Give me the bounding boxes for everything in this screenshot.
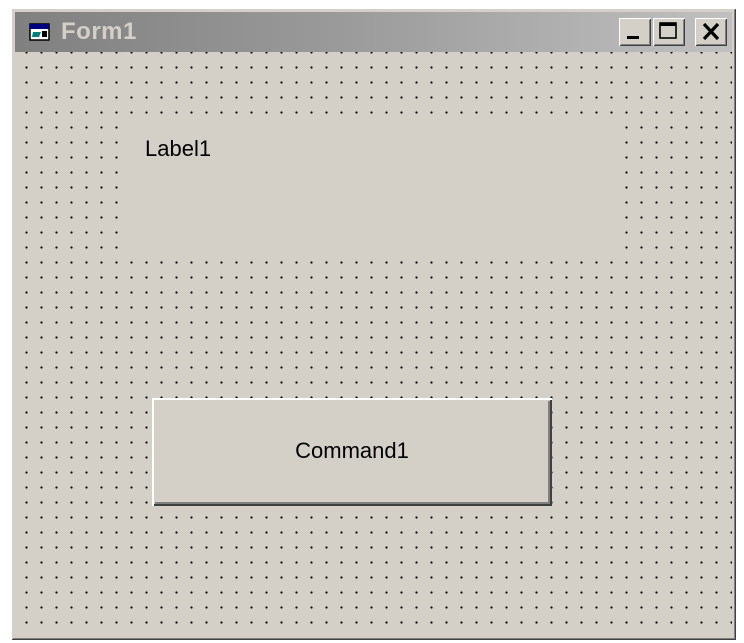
command1-caption: Command1 — [295, 438, 409, 463]
form-icon[interactable] — [29, 22, 51, 42]
minimize-icon — [627, 36, 639, 39]
minimize-button[interactable] — [619, 18, 651, 46]
window-title: Form1 — [61, 18, 137, 45]
form-design-surface[interactable]: Label1 Command1 — [15, 52, 732, 636]
close-icon — [702, 22, 720, 41]
command1-button[interactable]: Command1 — [152, 398, 552, 506]
maximize-button[interactable] — [653, 18, 685, 46]
label1-control[interactable]: Label1 — [128, 123, 620, 257]
form-window: Form1 Label1 Command1 — [11, 8, 736, 640]
maximize-icon — [659, 22, 677, 39]
title-bar[interactable]: Form1 — [15, 12, 732, 52]
label1-caption: Label1 — [145, 136, 212, 161]
close-button[interactable] — [695, 18, 727, 46]
